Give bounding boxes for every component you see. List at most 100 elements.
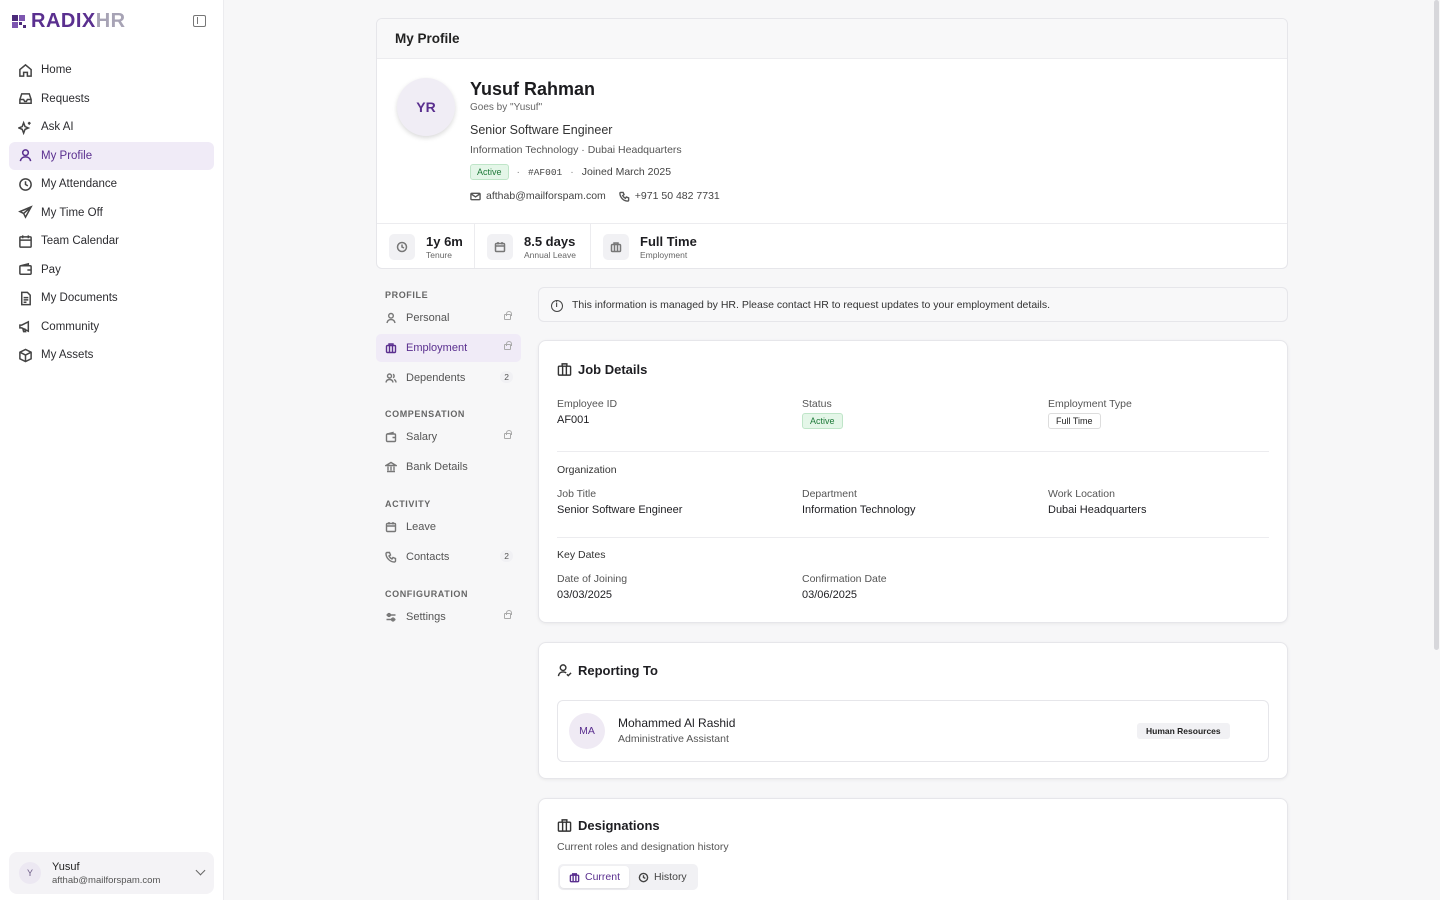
profile-contact: afthab@mailforspam.com +971 50 482 7731 [470, 190, 720, 202]
profile-stats: 1y 6m Tenure 8.5 days Annual Leave Full Ti… [377, 223, 1287, 268]
clock-icon [396, 241, 408, 253]
nav-item-my-time-off[interactable]: My Time Off [9, 199, 214, 227]
job-details-card: Job Details Employee ID AF001 Status Act… [538, 340, 1288, 623]
nav-item-my-profile[interactable]: My Profile [9, 141, 214, 170]
avatar: MA [569, 713, 605, 749]
field-job-title: Job Title Senior Software Engineer [557, 488, 683, 516]
subnav-item-bank-details[interactable]: Bank Details [376, 453, 521, 481]
brand-logo[interactable]: RADIXHR [12, 10, 126, 32]
subnav-item-dependents[interactable]: Dependents 2 [376, 364, 521, 392]
subnav-label: Dependents [406, 372, 466, 384]
megaphone-icon [19, 320, 30, 333]
plane-icon [18, 205, 33, 219]
employee-code: #AF001 [528, 166, 563, 178]
sliders-icon [386, 612, 396, 622]
inbox-icon [19, 93, 32, 104]
subnav-label: Contacts [406, 551, 450, 563]
nav-item-home[interactable]: Home [9, 56, 214, 84]
user-icon [386, 312, 396, 324]
clock-icon [19, 177, 32, 191]
stat-value: 8.5 days [524, 234, 576, 249]
profile-phone[interactable]: +971 50 482 7731 [635, 190, 720, 202]
mail-icon [470, 192, 481, 200]
nav-label: Pay [41, 263, 61, 276]
wallet-icon [19, 262, 32, 275]
subnav-item-employment[interactable]: Employment [376, 334, 521, 362]
page-title: My Profile [377, 19, 1287, 59]
status-badge: Active [470, 164, 509, 180]
avatar: Y [19, 862, 41, 884]
subnav-item-settings[interactable]: Settings [376, 603, 521, 631]
subnav-label: Employment [406, 342, 468, 354]
profile-header-card: My Profile YR Yusuf Rahman Goes by "Yusu… [376, 18, 1288, 269]
count-badge: 2 [500, 550, 513, 562]
subnav-item-contacts[interactable]: Contacts 2 [376, 543, 521, 571]
nav-item-my-attendance[interactable]: My Attendance [9, 170, 214, 198]
subnav-item-salary[interactable]: Salary [376, 423, 521, 451]
chevron-down-icon [195, 865, 206, 876]
page-scrollbar[interactable] [1434, 0, 1439, 650]
nav-label: Community [41, 320, 100, 333]
stat-value: 1y 6m [426, 234, 463, 249]
nav-item-pay[interactable]: Pay [9, 256, 214, 284]
profile-alias: Goes by "Yusuf" [470, 102, 543, 113]
nav-item-ask-ai[interactable]: Ask AI [9, 113, 214, 141]
nav-label: Home [41, 64, 72, 76]
briefcase-icon [610, 242, 622, 253]
manager-row[interactable]: MA Mohammed Al Rashid Administrative Ass… [557, 700, 1269, 762]
department-tag: Human Resources [1137, 723, 1230, 739]
nav-item-team-calendar[interactable]: Team Calendar [9, 227, 214, 255]
designations-card: Designations Current roles and designati… [538, 798, 1288, 900]
manager-role: Administrative Assistant [618, 733, 729, 745]
stat-value: Full Time [640, 234, 697, 249]
subnav-item-leave[interactable]: Leave [376, 513, 521, 541]
subnav-label: Leave [406, 521, 436, 533]
profile-name: Yusuf Rahman [470, 79, 596, 99]
phone-icon [619, 191, 630, 202]
field-department: Department Information Technology [802, 488, 916, 516]
briefcase-icon [557, 363, 572, 376]
user-name: Yusuf [52, 860, 80, 873]
nav-item-my-documents[interactable]: My Documents [9, 284, 214, 312]
stat-label: Annual Leave [524, 250, 576, 260]
status-badge: Active [802, 413, 843, 429]
tab-current[interactable]: Current [560, 866, 630, 888]
stat-annual-leave: 8.5 days Annual Leave [475, 224, 591, 268]
nav-label: My Attendance [41, 178, 118, 190]
profile-subnav: PROFILE Personal Employment Dependents 2… [376, 280, 521, 631]
box-icon [19, 348, 32, 362]
manager-name: Mohammed Al Rashid [618, 716, 736, 730]
subnav-label: Salary [406, 431, 438, 443]
user-menu[interactable]: Y Yusuf afthab@mailforspam.com [9, 852, 214, 894]
stat-employment: Full Time Employment [591, 224, 697, 268]
subnav-item-personal[interactable]: Personal [376, 304, 521, 332]
stat-tenure: 1y 6m Tenure [377, 224, 475, 268]
calendar-icon [19, 234, 32, 248]
profile-email[interactable]: afthab@mailforspam.com [486, 190, 606, 202]
info-icon [551, 300, 563, 312]
user-check-icon [557, 664, 572, 677]
subnav-heading: CONFIGURATION [385, 589, 469, 599]
nav-item-my-assets[interactable]: My Assets [9, 341, 214, 369]
nav-label: My Profile [41, 149, 93, 162]
field-work-location: Work Location Dubai Headquarters [1048, 488, 1147, 516]
nav-label: Requests [41, 92, 90, 105]
main-nav: Home Requests Ask AI My Profile My Atten… [9, 56, 214, 370]
profile-department-location: Information Technology · Dubai Headquart… [470, 144, 682, 156]
divider [557, 451, 1269, 452]
sparkles-icon [18, 120, 31, 135]
nav-item-community[interactable]: Community [9, 313, 214, 341]
home-icon [19, 63, 32, 77]
subnav-label: Personal [406, 312, 450, 324]
card-title: Reporting To [557, 663, 658, 678]
sidebar: RADIXHR Home Requests Ask AI My Profile … [0, 0, 224, 900]
tab-history[interactable]: History [629, 866, 696, 888]
user-icon [19, 149, 32, 162]
lock-icon [504, 311, 512, 320]
field-employment-type: Employment Type Full Time [1048, 398, 1132, 429]
nav-label: Ask AI [41, 121, 74, 133]
collapse-sidebar-icon[interactable] [193, 15, 206, 27]
nav-item-requests[interactable]: Requests [9, 85, 214, 113]
nav-label: My Assets [41, 349, 94, 361]
profile-avatar: YR [397, 78, 455, 136]
